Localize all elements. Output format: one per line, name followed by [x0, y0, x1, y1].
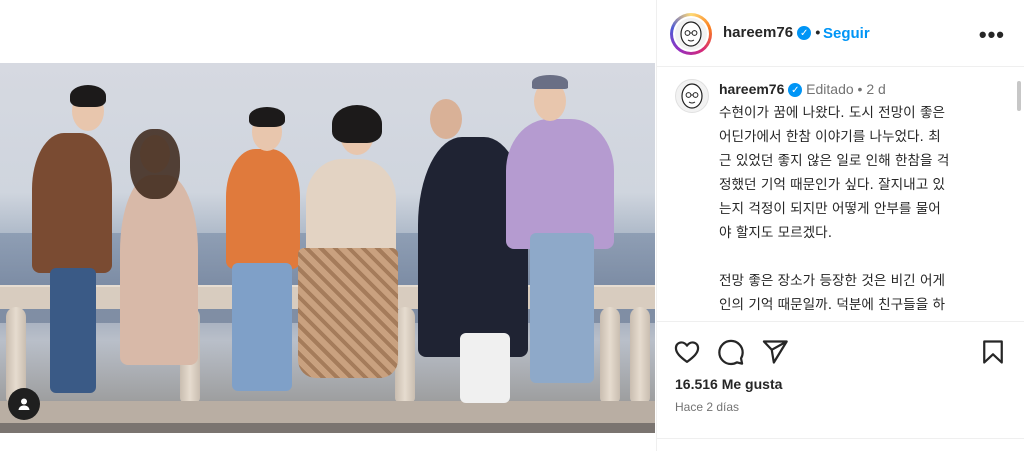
caption-scrollbar[interactable] [1017, 81, 1021, 111]
share-icon [762, 340, 788, 364]
heart-icon [674, 341, 700, 364]
divider [657, 438, 1024, 439]
photo-person-hair [332, 105, 382, 143]
comment-icon [718, 339, 744, 366]
header-username-row: hareem76 ✓ • [723, 24, 820, 41]
photo-person [506, 119, 614, 249]
photo-ground [0, 423, 655, 433]
like-button[interactable] [673, 338, 701, 366]
caption-avatar[interactable] [675, 79, 709, 113]
separator-dot: • [815, 24, 821, 40]
photo-person-hair [130, 129, 180, 199]
post-media-area [0, 0, 655, 451]
photo-person-head [430, 99, 462, 139]
photo-person-legs [50, 268, 96, 393]
post-header: hareem76 ✓ • Seguir ••• [657, 0, 1024, 67]
photo-baluster [600, 307, 620, 402]
photo-person [120, 175, 198, 365]
person-icon [18, 398, 30, 410]
likes-count[interactable]: 16.516 Me gusta [675, 376, 782, 392]
save-button[interactable] [979, 338, 1007, 366]
photo-person-hair [249, 107, 285, 127]
edited-label: Editado [806, 81, 854, 97]
verified-badge-icon: ✓ [797, 26, 812, 41]
bookmark-icon [983, 340, 1003, 364]
follow-button[interactable]: Seguir [823, 25, 870, 42]
caption-username[interactable]: hareem76 [719, 81, 784, 97]
bald-face-icon [681, 83, 703, 109]
photo-person [306, 159, 396, 259]
share-button[interactable] [761, 338, 789, 366]
bald-face-icon [680, 21, 702, 47]
photo-person-legs [460, 333, 510, 403]
comment-button[interactable] [717, 338, 745, 366]
photo-person [32, 133, 112, 273]
avatar-illustration [675, 18, 707, 50]
more-options-button[interactable]: ••• [979, 22, 1005, 48]
caption-area: hareem76 ✓ Editado • 2 d 수현이가 꿈에 나왔다. 도시… [657, 67, 1024, 320]
post-side-panel: hareem76 ✓ • Seguir ••• hareem76 ✓ Edita… [656, 0, 1024, 451]
photo-person-legs [232, 263, 292, 391]
photo-person-hair [532, 75, 568, 89]
post-photo[interactable] [0, 63, 655, 433]
photo-person-legs [298, 248, 398, 378]
caption-header: hareem76 ✓ Editado • 2 d [719, 81, 886, 98]
post-timestamp[interactable]: Hace 2 días [675, 400, 739, 414]
header-username[interactable]: hareem76 [723, 24, 793, 41]
verified-badge-icon: ✓ [788, 83, 803, 98]
photo-person-legs [530, 233, 594, 383]
caption-text: 수현이가 꿈에 나왔다. 도시 전망이 좋은 어딘가에서 한참 이야기를 나누었… [719, 105, 950, 313]
profile-avatar[interactable] [670, 13, 712, 55]
post-age[interactable]: 2 d [866, 81, 885, 97]
photo-baluster [630, 307, 650, 402]
post-actions: 16.516 Me gusta Hace 2 días [657, 321, 1024, 452]
avatar-ring-inner [673, 16, 709, 52]
photo-person-hair [70, 85, 106, 107]
photo-baluster [395, 307, 415, 402]
tagged-people-button[interactable] [8, 388, 40, 420]
photo-person [226, 149, 300, 269]
